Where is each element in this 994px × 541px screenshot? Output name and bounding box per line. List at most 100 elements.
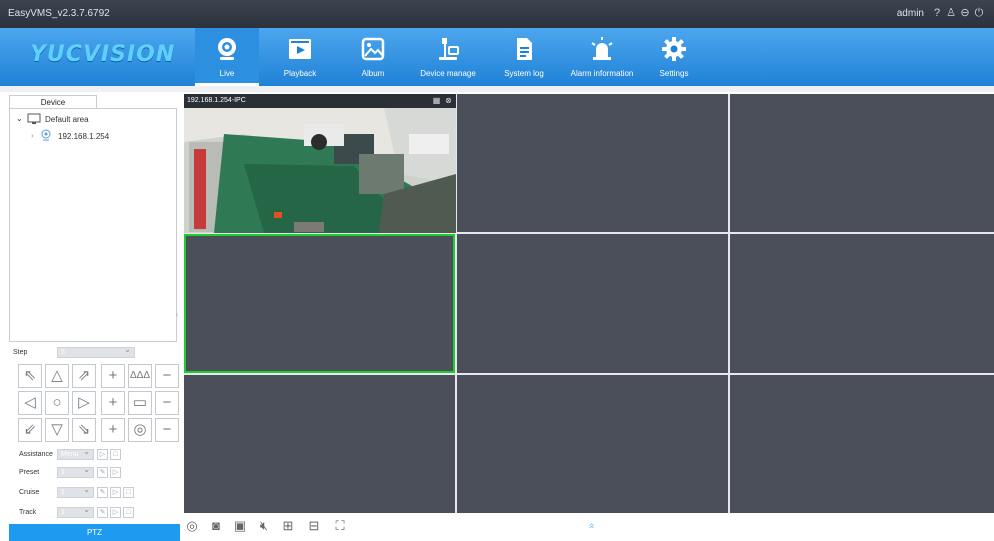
nav-label: System log <box>504 69 544 78</box>
video-cell-9[interactable] <box>730 375 994 513</box>
track-label: Track <box>19 509 37 516</box>
mute-icon[interactable]: 🔇︎ <box>256 518 272 534</box>
settings-icon <box>662 37 686 61</box>
system-log-icon <box>517 38 532 60</box>
nav-settings[interactable]: Settings <box>642 28 706 82</box>
grid-view-icon[interactable]: ▦ <box>432 96 441 105</box>
ptz-down-button[interactable]: ▽ <box>45 418 69 442</box>
track-select[interactable]: 1 <box>57 505 94 518</box>
ptz-right-button[interactable]: ▷ <box>72 391 96 415</box>
nav-playback[interactable]: Playback <box>268 28 332 82</box>
video-cell-5[interactable] <box>457 234 728 373</box>
nav-alarm-information[interactable]: Alarm information <box>566 28 638 82</box>
camera-feed[interactable]: 192.168.1.254-IPC ▦ ⊗ <box>184 94 456 233</box>
assistance-label: Assistance <box>19 451 53 458</box>
window-title: EasyVMS_v2.3.7.6792 <box>8 8 110 19</box>
help-icon[interactable]: ? <box>930 6 944 20</box>
expand-toolbar-icon[interactable]: » <box>584 518 600 534</box>
nav-device-manage[interactable]: Device manage <box>416 28 480 82</box>
panel-collapse-handle[interactable]: ‹ <box>176 312 178 319</box>
minimize-icon[interactable]: ⊖ <box>958 6 972 20</box>
monitor-icon <box>27 113 41 124</box>
stop-icon[interactable]: □ <box>110 449 121 460</box>
multi-screen-icon[interactable]: ⊟ <box>306 518 322 534</box>
step-select[interactable]: 5 <box>57 345 135 358</box>
video-cell-3[interactable] <box>730 94 994 232</box>
zoom-icon-button[interactable]: ΔΔΔ <box>128 364 152 388</box>
nav-label: Album <box>361 69 385 78</box>
fullscreen-icon[interactable]: ⛶ <box>332 518 348 534</box>
nav-live[interactable]: Live <box>195 28 259 86</box>
webcam-icon <box>218 38 236 60</box>
grid-layout-icon[interactable]: ⊞ <box>280 518 296 534</box>
camera-device-icon <box>41 129 51 141</box>
ptz-down-left-button[interactable]: ⇙ <box>18 418 42 442</box>
iris-icon-button[interactable]: ◎ <box>128 418 152 442</box>
user-icon[interactable]: ♙ <box>944 6 958 20</box>
device-tree: ⌄ Default area › 192.168.1.254 <box>9 108 177 342</box>
nav-album[interactable]: Album <box>341 28 405 82</box>
stop-all-icon[interactable]: ◎ <box>184 518 200 534</box>
alarm-icon <box>591 37 613 60</box>
zoom-in-button[interactable]: + <box>101 364 125 388</box>
iris-open-button[interactable]: + <box>101 418 125 442</box>
video-cell-6[interactable] <box>730 234 994 373</box>
play-icon[interactable]: ▷ <box>110 467 121 478</box>
edit-icon[interactable]: ✎ <box>97 467 108 478</box>
iris-close-button[interactable]: − <box>155 418 179 442</box>
focus-near-button[interactable]: + <box>101 391 125 415</box>
camera-header: 192.168.1.254-IPC ▦ ⊗ <box>184 94 456 108</box>
edit-icon[interactable]: ✎ <box>97 487 108 498</box>
snapshot-icon[interactable]: ◙ <box>208 518 224 534</box>
ptz-up-left-button[interactable]: ⇖ <box>18 364 42 388</box>
nav-label: Alarm information <box>570 69 634 78</box>
ptz-left-button[interactable]: ◁ <box>18 391 42 415</box>
play-icon[interactable]: ▷ <box>110 507 121 518</box>
bottom-toolbar: ◎ ◙ ▣ 🔇︎ ⊞ ⊟ ⛶ » <box>184 513 994 541</box>
tab-device[interactable]: Device <box>9 95 97 109</box>
focus-far-button[interactable]: − <box>155 391 179 415</box>
ptz-toggle-button[interactable]: PTZ <box>9 524 180 541</box>
ptz-up-right-button[interactable]: ⇗ <box>72 364 96 388</box>
video-cell-4[interactable] <box>184 234 455 373</box>
edit-icon[interactable]: ✎ <box>97 507 108 518</box>
album-icon <box>361 37 385 61</box>
brand-logo: YUCVISION <box>30 42 176 67</box>
cruise-label: Cruise <box>19 489 40 496</box>
ptz-up-button[interactable]: △ <box>45 364 69 388</box>
assistance-select[interactable]: Menu <box>57 447 94 460</box>
device-manage-icon <box>439 38 459 60</box>
top-navigation: YUCVISION Live Playback Album Device man… <box>0 28 994 86</box>
username[interactable]: admin <box>897 8 924 19</box>
step-label: Step <box>13 349 28 356</box>
ptz-down-right-button[interactable]: ⇘ <box>72 418 96 442</box>
tree-device-label[interactable]: 192.168.1.254 <box>58 132 109 141</box>
play-icon[interactable]: ▷ <box>97 449 108 460</box>
chevron-down-icon[interactable]: ⌄ <box>16 114 23 123</box>
cruise-select[interactable]: 1 <box>57 485 94 498</box>
ptz-center-button[interactable]: ○ <box>45 391 69 415</box>
chevron-right-icon[interactable]: › <box>31 131 34 140</box>
focus-icon-button[interactable]: ▭ <box>128 391 152 415</box>
camera-title: 192.168.1.254-IPC <box>187 97 246 104</box>
stop-icon[interactable]: □ <box>123 487 134 498</box>
close-icon[interactable]: ⊗ <box>444 96 453 105</box>
play-icon[interactable]: ▷ <box>110 487 121 498</box>
nav-label: Device manage <box>420 69 476 78</box>
camera-feed-image <box>184 94 456 233</box>
record-icon[interactable]: ▣ <box>232 518 248 534</box>
title-bar: EasyVMS_v2.3.7.6792 admin ? ♙ ⊖ ⏻ <box>0 0 994 28</box>
tree-root-label[interactable]: Default area <box>45 115 89 124</box>
preset-label: Preset <box>19 469 40 476</box>
preset-select[interactable]: 1 <box>57 465 94 478</box>
zoom-out-button[interactable]: − <box>155 364 179 388</box>
nav-label: Settings <box>659 69 689 78</box>
video-cell-2[interactable] <box>457 94 728 232</box>
video-cell-8[interactable] <box>457 375 728 513</box>
nav-system-log[interactable]: System log <box>492 28 556 82</box>
power-icon[interactable]: ⏻ <box>972 6 986 20</box>
video-cell-7[interactable] <box>184 375 455 513</box>
nav-label: Playback <box>283 69 317 78</box>
nav-label: Live <box>219 69 235 78</box>
stop-icon[interactable]: □ <box>123 507 134 518</box>
